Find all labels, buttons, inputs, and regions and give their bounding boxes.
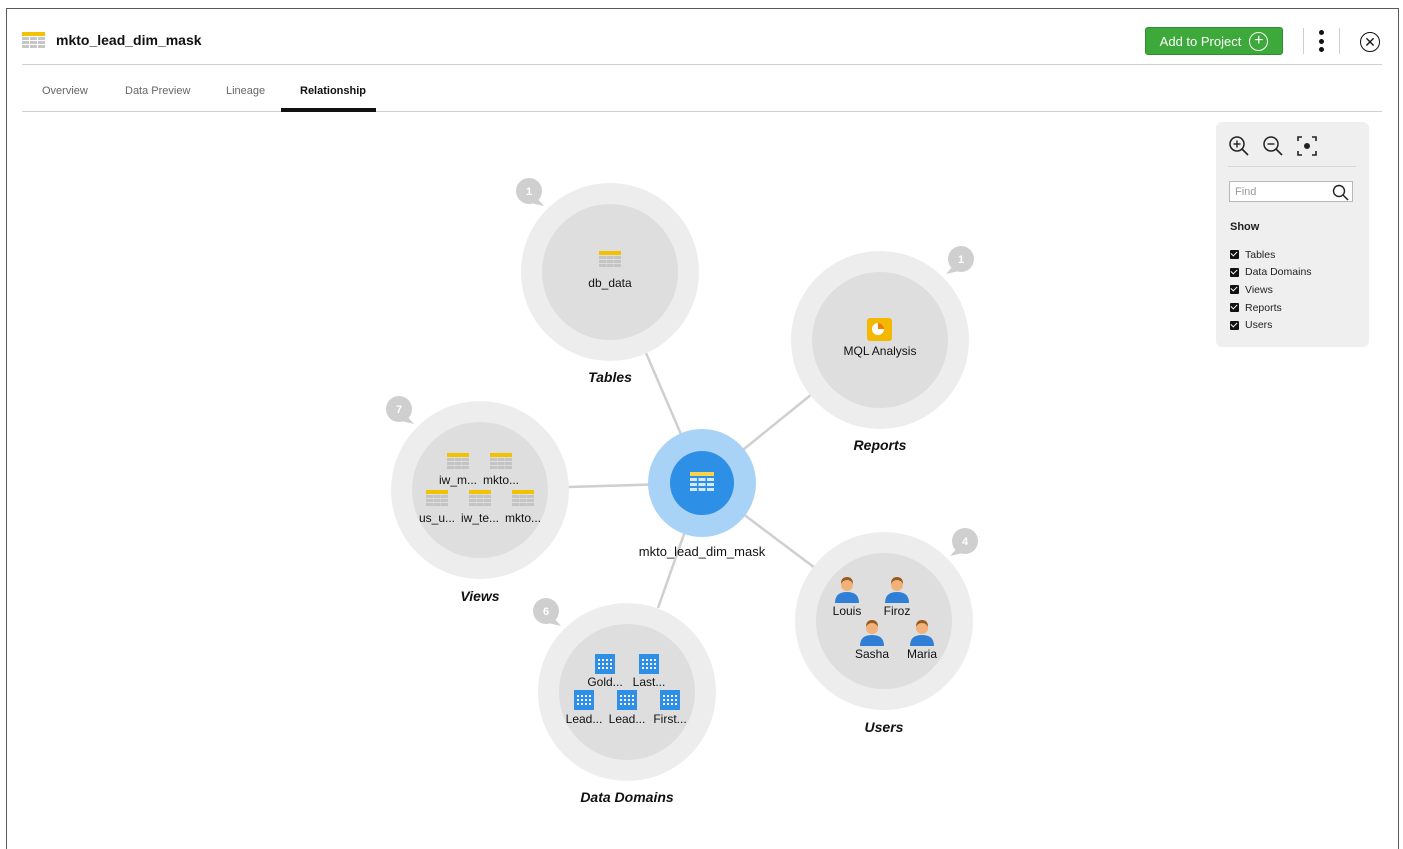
show-data-domains-checkbox[interactable]: Data Domains bbox=[1230, 264, 1312, 282]
users-item[interactable]: Maria bbox=[907, 647, 937, 661]
show-filter-list: Tables Data Domains Views Reports Users bbox=[1230, 246, 1312, 334]
show-reports-checkbox[interactable]: Reports bbox=[1230, 299, 1312, 317]
table-icon bbox=[690, 472, 714, 476]
svg-text:6: 6 bbox=[543, 606, 549, 618]
show-views-checkbox[interactable]: Views bbox=[1230, 281, 1312, 299]
svg-text:4: 4 bbox=[962, 536, 969, 548]
data-domain-icon bbox=[595, 654, 615, 674]
tables-title: Tables bbox=[588, 369, 632, 385]
users-item[interactable]: Louis bbox=[833, 604, 862, 618]
tables-cluster[interactable]: db_data Tables 1 bbox=[516, 178, 699, 385]
divider bbox=[1228, 166, 1356, 167]
domains-item[interactable]: Lead... bbox=[566, 712, 603, 726]
users-cluster[interactable]: Louis Firoz Sasha Maria Users 4 bbox=[795, 528, 978, 735]
domains-item[interactable]: First... bbox=[653, 712, 686, 726]
center-node-label: mkto_lead_dim_mask bbox=[639, 544, 766, 559]
tables-item[interactable]: db_data bbox=[588, 276, 632, 290]
views-item[interactable]: mkto... bbox=[483, 473, 519, 487]
views-item[interactable]: iw_te... bbox=[461, 511, 499, 525]
zoom-out-icon[interactable] bbox=[1262, 134, 1284, 158]
fit-to-screen-icon[interactable] bbox=[1296, 134, 1318, 158]
view-icon bbox=[447, 453, 469, 469]
show-users-checkbox[interactable]: Users bbox=[1230, 316, 1312, 334]
relationship-graph: db_data Tables 1 MQL Analysis Reports 1 … bbox=[386, 178, 978, 805]
view-icon bbox=[512, 490, 534, 506]
views-item[interactable]: iw_m... bbox=[439, 473, 477, 487]
table-icon bbox=[599, 251, 621, 267]
users-item[interactable]: Firoz bbox=[884, 604, 911, 618]
views-item[interactable]: mkto... bbox=[505, 511, 541, 525]
find-input[interactable] bbox=[1230, 182, 1330, 201]
views-item[interactable]: us_u... bbox=[419, 511, 455, 525]
checkbox-checked-icon bbox=[1230, 267, 1239, 277]
views-title: Views bbox=[460, 588, 499, 604]
users-title: Users bbox=[865, 719, 904, 735]
data-domain-icon bbox=[617, 690, 637, 710]
view-icon bbox=[426, 490, 448, 506]
zoom-in-icon[interactable] bbox=[1228, 134, 1250, 158]
reports-item[interactable]: MQL Analysis bbox=[844, 344, 917, 358]
svg-text:1: 1 bbox=[526, 186, 532, 198]
users-item[interactable]: Sasha bbox=[855, 647, 889, 661]
svg-text:7: 7 bbox=[396, 404, 402, 416]
views-cluster[interactable]: iw_m... mkto... us_u... iw_te... mkto...… bbox=[386, 396, 569, 604]
svg-text:1: 1 bbox=[958, 254, 964, 266]
domains-item[interactable]: Lead... bbox=[609, 712, 646, 726]
data-domains-cluster[interactable]: Gold... Last... Lead... Lead... First...… bbox=[533, 598, 716, 805]
domains-item[interactable]: Gold... bbox=[587, 675, 622, 689]
checkbox-checked-icon bbox=[1230, 250, 1239, 260]
find-field[interactable] bbox=[1229, 181, 1353, 202]
checkbox-checked-icon bbox=[1230, 320, 1239, 330]
reports-cluster[interactable]: MQL Analysis Reports 1 bbox=[791, 246, 974, 453]
view-icon bbox=[490, 453, 512, 469]
show-title: Show bbox=[1230, 221, 1260, 233]
reports-title: Reports bbox=[854, 437, 907, 453]
center-node[interactable]: mkto_lead_dim_mask bbox=[639, 429, 766, 559]
data-domain-icon bbox=[639, 654, 659, 674]
graph-controls-panel: Show Tables Data Domains Views Reports U… bbox=[1216, 122, 1369, 347]
domains-item[interactable]: Last... bbox=[633, 675, 666, 689]
checkbox-checked-icon bbox=[1230, 285, 1239, 295]
data-domain-icon bbox=[660, 690, 680, 710]
view-icon bbox=[469, 490, 491, 506]
checkbox-checked-icon bbox=[1230, 303, 1239, 313]
report-icon bbox=[867, 318, 892, 341]
show-tables-checkbox[interactable]: Tables bbox=[1230, 246, 1312, 264]
data-domain-icon bbox=[574, 690, 594, 710]
search-icon[interactable] bbox=[1332, 184, 1349, 201]
domains-title: Data Domains bbox=[580, 789, 674, 805]
